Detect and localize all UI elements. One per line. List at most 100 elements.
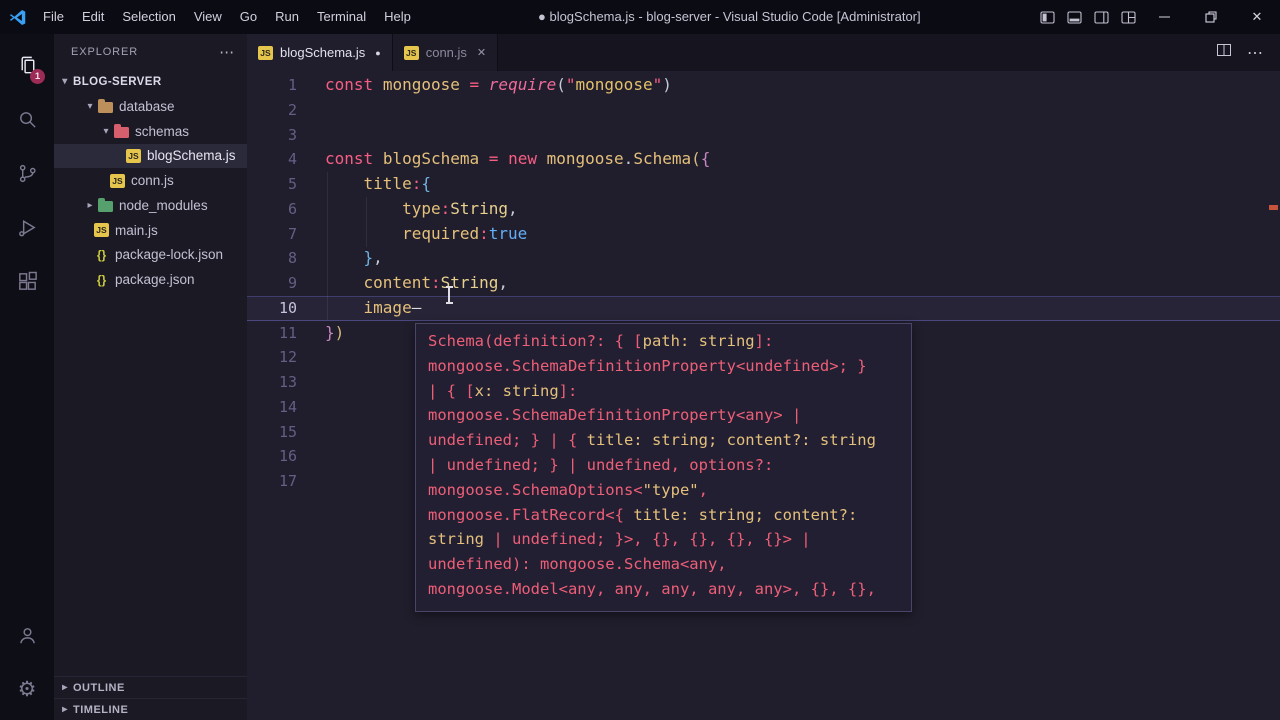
code-text: type:String, xyxy=(402,198,518,218)
minimize-button[interactable] xyxy=(1142,0,1188,34)
toggle-panel-icon[interactable] xyxy=(1061,0,1088,34)
timeline-label: TIMELINE xyxy=(73,703,129,716)
file-label: blogSchema.js xyxy=(147,148,236,164)
outline-section[interactable]: ▸ OUTLINE xyxy=(54,676,247,698)
explorer-more-actions-icon[interactable]: ⋯ xyxy=(219,43,235,61)
menu-bar: File Edit Selection View Go Run Terminal Help xyxy=(34,0,420,34)
menu-run[interactable]: Run xyxy=(266,0,308,34)
editor-actions: ⋯ xyxy=(1216,34,1280,71)
menu-go[interactable]: Go xyxy=(231,0,266,34)
workspace-root-label: BLOG-SERVER xyxy=(73,75,162,88)
line-number: 10 xyxy=(278,298,297,317)
chevron-down-icon: ▾ xyxy=(87,100,93,112)
code-line-2[interactable]: 2 xyxy=(247,98,1280,123)
activity-bar: 1 ⚙ xyxy=(0,34,54,720)
menu-view[interactable]: View xyxy=(185,0,231,34)
folder-icon xyxy=(98,197,113,212)
indent-guide xyxy=(366,197,367,247)
code-text: }) xyxy=(325,322,345,342)
sidebar-bottom-sections: ▸ OUTLINE ▸ TIMELINE xyxy=(54,676,247,720)
code-line-4[interactable]: 4 const blogSchema = new mongoose.Schema(… xyxy=(247,147,1280,172)
editor-more-actions-icon[interactable]: ⋯ xyxy=(1247,43,1264,63)
outline-label: OUTLINE xyxy=(73,681,125,694)
file-conn.js[interactable]: JS conn.js xyxy=(54,168,247,193)
parameter-hint-popup: Schema(definition?: { [path: string]: mon… xyxy=(415,323,912,612)
file-node_modules[interactable]: ▸ node_modules xyxy=(54,193,247,218)
tab-label: blogSchema.js xyxy=(280,45,366,60)
vscode-logo-icon xyxy=(0,8,34,27)
file-main.js[interactable]: JS main.js xyxy=(54,218,247,243)
code-line-7[interactable]: 7 required:true xyxy=(247,222,1280,247)
menu-selection[interactable]: Selection xyxy=(113,0,184,34)
line-number: 1 xyxy=(287,76,297,94)
editor-region: JS blogSchema.js ● JS conn.js ✕ ⋯ 1 const mong… xyxy=(247,34,1280,720)
code-line-6[interactable]: 6 type:String, xyxy=(247,197,1280,222)
restore-button[interactable] xyxy=(1188,0,1234,34)
tab-conn.js[interactable]: JS conn.js ✕ xyxy=(392,34,499,71)
toggle-secondary-sidebar-icon[interactable] xyxy=(1088,0,1115,34)
timeline-section[interactable]: ▸ TIMELINE xyxy=(54,698,247,720)
run-and-debug-icon[interactable] xyxy=(0,200,54,254)
tab-bar: JS blogSchema.js ● JS conn.js ✕ ⋯ xyxy=(247,34,1280,71)
file-label: package.json xyxy=(115,272,195,288)
code-line-8[interactable]: 8 }, xyxy=(247,246,1280,271)
file-blogSchema.js[interactable]: JS blogSchema.js xyxy=(54,143,247,169)
split-editor-icon[interactable] xyxy=(1216,42,1232,63)
menu-edit[interactable]: Edit xyxy=(73,0,113,34)
line-number: 2 xyxy=(287,100,297,119)
search-icon[interactable] xyxy=(0,92,54,146)
code-line-10[interactable]: 10 image— xyxy=(247,295,1280,321)
menu-file[interactable]: File xyxy=(34,0,73,34)
close-tab-icon[interactable]: ✕ xyxy=(477,46,486,59)
code-text: title:{ xyxy=(363,174,431,193)
menu-help[interactable]: Help xyxy=(375,0,420,34)
line-number: 13 xyxy=(278,373,297,391)
file-package.json[interactable]: {} package.json xyxy=(54,267,247,292)
modified-dot-icon: ● xyxy=(375,47,381,58)
customize-layout-icon[interactable] xyxy=(1115,0,1142,34)
code-line-5[interactable]: 5 title:{ xyxy=(247,172,1280,197)
line-number: 17 xyxy=(278,472,297,490)
menu-terminal[interactable]: Terminal xyxy=(308,0,375,34)
line-number: 7 xyxy=(287,224,297,243)
editor[interactable]: 1 const mongoose = require("mongoose") 2 3 4… xyxy=(247,71,1280,720)
file-database[interactable]: ▾ database xyxy=(54,94,247,119)
chevron-down-icon: ▾ xyxy=(62,76,68,87)
code-line-9[interactable]: 9 content:String, xyxy=(247,271,1280,296)
extensions-icon[interactable] xyxy=(0,254,54,308)
code-text: }, xyxy=(363,248,383,268)
chevron-down-icon: ▾ xyxy=(103,125,109,137)
explorer-icon[interactable]: 1 xyxy=(0,38,54,92)
indent-guide xyxy=(327,172,328,320)
code-text: const mongoose = require("mongoose") xyxy=(325,75,672,94)
chevron-right-icon: ▸ xyxy=(87,199,93,211)
code-text: image— xyxy=(363,297,422,317)
settings-gear-icon[interactable]: ⚙ xyxy=(0,662,54,716)
line-number: 6 xyxy=(287,199,297,218)
file-label: schemas xyxy=(135,123,190,139)
tab-blogSchema.js[interactable]: JS blogSchema.js ● xyxy=(247,34,393,71)
code-line-3[interactable]: 3 xyxy=(247,123,1280,148)
source-control-icon[interactable] xyxy=(0,146,54,200)
workspace-root[interactable]: ▾ BLOG-SERVER xyxy=(54,69,247,94)
code-text: required:true xyxy=(402,223,528,243)
accounts-icon[interactable] xyxy=(0,608,54,662)
toggle-sidebar-icon[interactable] xyxy=(1034,0,1061,34)
close-window-button[interactable]: ✕ xyxy=(1234,0,1280,34)
parameter-hint-lines: Schema(definition?: { [path: string]: mon… xyxy=(428,332,876,598)
explorer-title: EXPLORER xyxy=(71,45,139,58)
code-text: const blogSchema = new mongoose.Schema({ xyxy=(325,149,711,169)
code-line-1[interactable]: 1 const mongoose = require("mongoose") xyxy=(247,73,1280,98)
file-schemas[interactable]: ▾ schemas xyxy=(54,119,247,144)
js-file-icon: JS xyxy=(110,173,125,188)
line-number: 9 xyxy=(287,274,297,292)
file-label: package-lock.json xyxy=(115,247,224,263)
json-file-icon: {} xyxy=(96,272,107,287)
file-package-lock.json[interactable]: {} package-lock.json xyxy=(54,243,247,268)
